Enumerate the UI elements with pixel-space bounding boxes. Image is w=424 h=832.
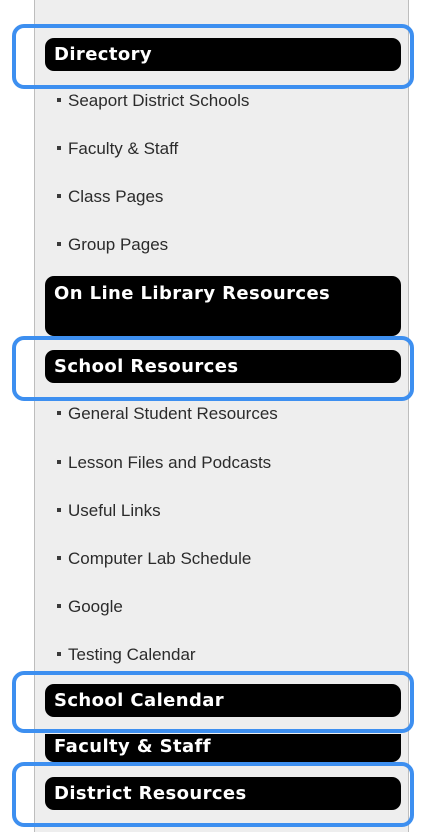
bullet-icon: [57, 241, 61, 246]
directory-header[interactable]: Directory: [45, 38, 401, 71]
bullet-icon: [57, 97, 61, 102]
link-label: Faculty & Staff: [68, 139, 179, 158]
district-resources-header[interactable]: District Resources: [45, 777, 401, 810]
school-resources-header[interactable]: School Resources: [45, 350, 401, 383]
link-label: Class Pages: [68, 187, 164, 206]
link-label: Group Pages: [68, 235, 169, 254]
link-lesson-files-podcasts[interactable]: Lesson Files and Podcasts: [57, 453, 271, 473]
bullet-icon: [57, 459, 61, 464]
link-useful-links[interactable]: Useful Links: [57, 501, 161, 521]
school-calendar-header[interactable]: School Calendar: [45, 684, 401, 717]
page: Directory Seaport District Schools Facul…: [0, 0, 424, 832]
link-label: Seaport District Schools: [68, 91, 250, 110]
link-label: Google: [68, 597, 123, 616]
link-faculty-staff[interactable]: Faculty & Staff: [57, 139, 178, 159]
bullet-icon: [57, 555, 61, 560]
bullet-icon: [57, 603, 61, 608]
online-library-resources-header[interactable]: On Line Library Resources: [45, 276, 401, 336]
link-group-pages[interactable]: Group Pages: [57, 235, 168, 255]
link-label: Lesson Files and Podcasts: [68, 453, 272, 472]
bullet-icon: [57, 145, 61, 150]
bullet-icon: [57, 507, 61, 512]
link-label: Computer Lab Schedule: [68, 549, 252, 568]
bullet-icon: [57, 410, 61, 415]
link-testing-calendar[interactable]: Testing Calendar: [57, 645, 196, 665]
link-class-pages[interactable]: Class Pages: [57, 187, 163, 207]
link-general-student-resources[interactable]: General Student Resources: [57, 404, 278, 424]
link-computer-lab-schedule[interactable]: Computer Lab Schedule: [57, 549, 251, 569]
link-label: Testing Calendar: [68, 645, 196, 664]
bullet-icon: [57, 193, 61, 198]
bullet-icon: [57, 651, 61, 656]
link-google[interactable]: Google: [57, 597, 123, 617]
faculty-staff-header[interactable]: Faculty & Staff: [45, 734, 401, 762]
sidebar-nav: Directory Seaport District Schools Facul…: [34, 0, 409, 832]
link-label: Useful Links: [68, 501, 161, 520]
link-label: General Student Resources: [68, 404, 278, 423]
link-seaport-district-schools[interactable]: Seaport District Schools: [57, 91, 249, 111]
